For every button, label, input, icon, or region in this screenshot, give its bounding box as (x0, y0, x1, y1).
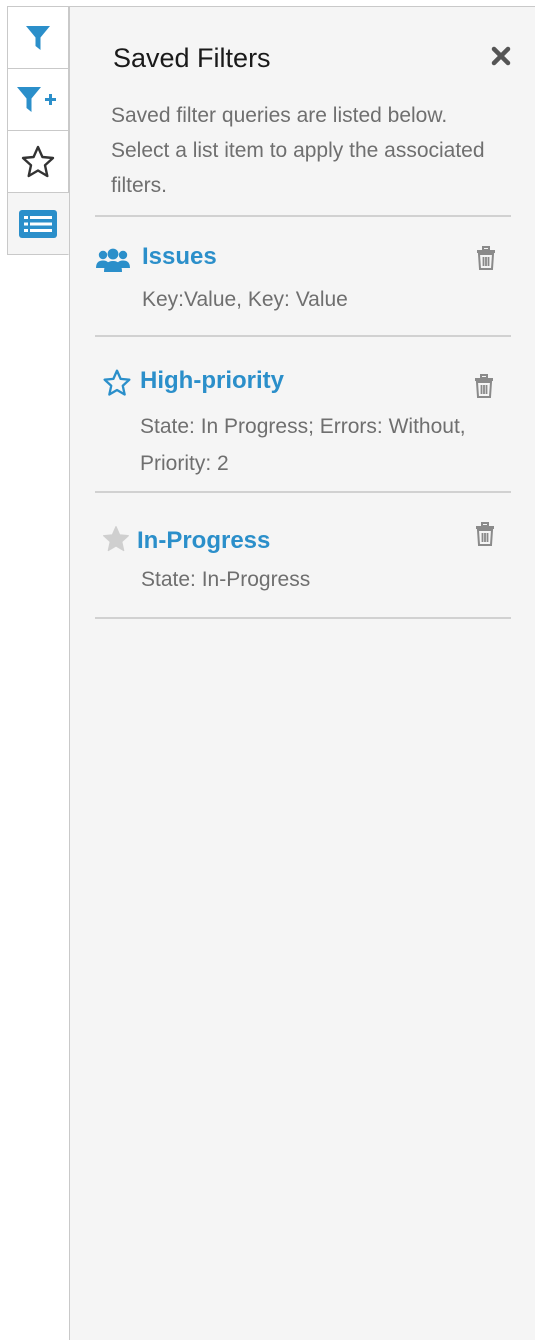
filter-query: Key:Value, Key: Value (142, 288, 348, 311)
filter-query: State: In-Progress (141, 568, 311, 591)
close-button[interactable] (488, 43, 514, 69)
saved-filter-item-high-priority[interactable]: High-priority State: In Progress; Errors… (70, 337, 535, 492)
filter-item-icon (102, 525, 130, 553)
close-icon (491, 46, 511, 66)
filter-name-link[interactable]: High-priority (140, 367, 284, 395)
filter-query: State: In Progress; Errors: Without, Pri… (140, 415, 466, 475)
filter-name-link[interactable]: In-Progress (137, 527, 270, 555)
tab-favorites[interactable] (7, 131, 69, 193)
trash-icon (475, 374, 493, 398)
tab-add-filter[interactable] (7, 69, 69, 131)
filter-name-link[interactable]: Issues (142, 243, 217, 271)
trash-icon (476, 522, 494, 546)
delete-filter-button[interactable] (473, 521, 497, 547)
saved-filters-drawer: Saved Filters Saved filter queries are l… (69, 6, 535, 1340)
users-icon (96, 248, 130, 272)
filter-item-icon (102, 369, 132, 397)
filter-plus-icon (17, 86, 56, 112)
delete-filter-button[interactable] (474, 245, 498, 271)
tab-filter[interactable] (7, 7, 69, 69)
tab-saved-filters[interactable] (7, 193, 69, 255)
filter-tab-strip (7, 6, 69, 255)
trash-icon (477, 246, 495, 270)
saved-filters-view: Saved Filters Saved filter queries are l… (0, 0, 535, 1340)
filter-icon (26, 25, 50, 50)
saved-filter-item-issues[interactable]: Issues Key:Value, Key: Value (70, 217, 535, 337)
delete-filter-button[interactable] (472, 373, 496, 399)
list-icon (19, 209, 57, 238)
drawer-description: Saved filter queries are listed below. S… (111, 104, 485, 197)
star-filled-icon (103, 526, 129, 552)
divider (95, 617, 511, 619)
saved-filter-item-in-progress[interactable]: In-Progress State: In-Progress (70, 493, 535, 617)
star-outline-icon (21, 145, 55, 177)
filter-item-icon (96, 247, 130, 273)
star-outline-icon (103, 369, 131, 396)
drawer-title: Saved Filters (113, 43, 271, 73)
